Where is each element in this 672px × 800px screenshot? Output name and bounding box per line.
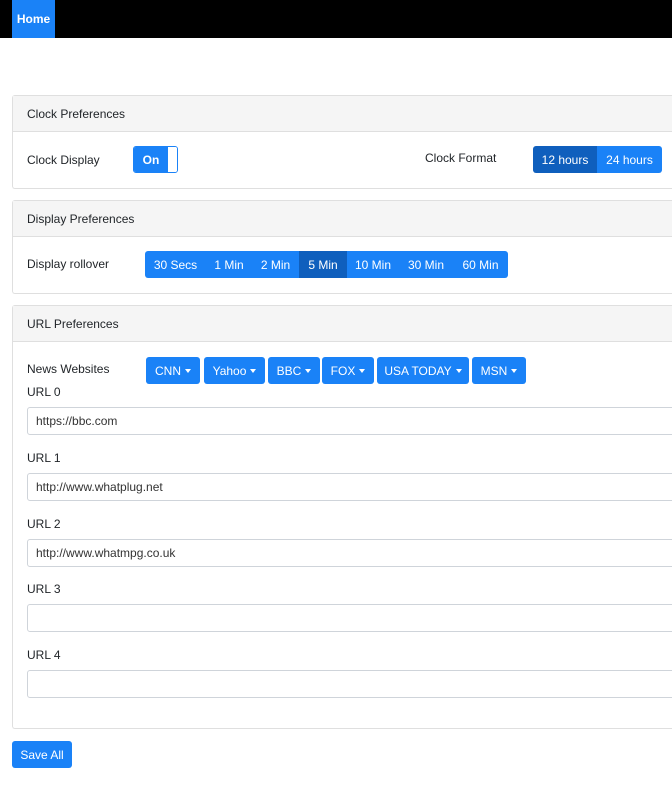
caret-down-icon [359, 368, 366, 373]
display-rollover-label: Display rollover [27, 257, 110, 271]
display-preferences-body: Display rollover 30 Secs 1 Min 2 Min 5 M… [13, 237, 672, 293]
rollover-2m-button[interactable]: 2 Min [252, 251, 299, 278]
clock-preferences-header: Clock Preferences [13, 96, 672, 132]
news-dropdown-msn[interactable]: MSN [472, 357, 526, 384]
url-0-label: URL 0 [27, 385, 61, 399]
top-navbar: Home [0, 0, 672, 38]
dropdown-label: Yahoo [212, 363, 247, 378]
clock-format-label: Clock Format [425, 151, 497, 165]
dropdown-label: BBC [276, 363, 302, 378]
url-2-label: URL 2 [27, 517, 61, 531]
dropdown-label: FOX [330, 363, 356, 378]
clock-preferences-card: Clock Preferences Clock Display On Clock… [12, 95, 672, 189]
news-dropdown-fox[interactable]: FOX [322, 357, 374, 384]
clock-format-12-button[interactable]: 12 hours [533, 146, 597, 173]
url-3-label: URL 3 [27, 582, 61, 596]
news-dropdown-cnn[interactable]: CNN [146, 357, 200, 384]
save-all-button[interactable]: Save All [12, 741, 72, 768]
display-preferences-header: Display Preferences [13, 201, 672, 237]
url-preferences-card: URL Preferences News Websites CNN Yahoo … [12, 305, 672, 729]
caret-down-icon [250, 368, 257, 373]
url-4-label: URL 4 [27, 648, 61, 662]
nav-home-link[interactable]: Home [12, 0, 55, 38]
url-preferences-body: News Websites CNN Yahoo BBC FOX USA TODA… [13, 342, 672, 728]
clock-display-toggle[interactable]: On [133, 146, 178, 173]
url-4-input[interactable] [27, 670, 672, 698]
caret-down-icon [511, 368, 518, 373]
rollover-30m-button[interactable]: 30 Min [399, 251, 453, 278]
news-dropdown-bbc[interactable]: BBC [268, 357, 320, 384]
display-preferences-card: Display Preferences Display rollover 30 … [12, 200, 672, 294]
clock-format-24-button[interactable]: 24 hours [597, 146, 662, 173]
rollover-10m-button[interactable]: 10 Min [347, 251, 399, 278]
news-websites-label: News Websites [27, 362, 110, 376]
dropdown-label: MSN [480, 363, 508, 378]
rollover-30s-button[interactable]: 30 Secs [145, 251, 206, 278]
url-0-input[interactable] [27, 407, 672, 435]
caret-down-icon [455, 368, 462, 373]
display-rollover-group: 30 Secs 1 Min 2 Min 5 Min 10 Min 30 Min … [145, 251, 508, 278]
url-3-input[interactable] [27, 604, 672, 632]
clock-format-group: 12 hours 24 hours [533, 146, 662, 173]
news-dropdown-usatoday[interactable]: USA TODAY [377, 357, 469, 384]
url-preferences-header: URL Preferences [13, 306, 672, 342]
clock-display-label: Clock Display [27, 153, 100, 167]
toggle-on-label: On [134, 147, 168, 172]
dropdown-label: CNN [155, 363, 181, 378]
caret-down-icon [185, 368, 191, 373]
clock-preferences-body: Clock Display On Clock Format 12 hours 2… [13, 132, 672, 188]
url-2-input[interactable] [27, 539, 672, 567]
caret-down-icon [305, 368, 312, 373]
rollover-1m-button[interactable]: 1 Min [206, 251, 252, 278]
url-1-input[interactable] [27, 473, 672, 501]
rollover-60m-button[interactable]: 60 Min [453, 251, 508, 278]
dropdown-label: USA TODAY [384, 363, 452, 378]
toggle-knob [168, 147, 177, 172]
rollover-5m-button[interactable]: 5 Min [299, 251, 347, 278]
url-1-label: URL 1 [27, 451, 61, 465]
news-dropdown-yahoo[interactable]: Yahoo [204, 357, 265, 384]
